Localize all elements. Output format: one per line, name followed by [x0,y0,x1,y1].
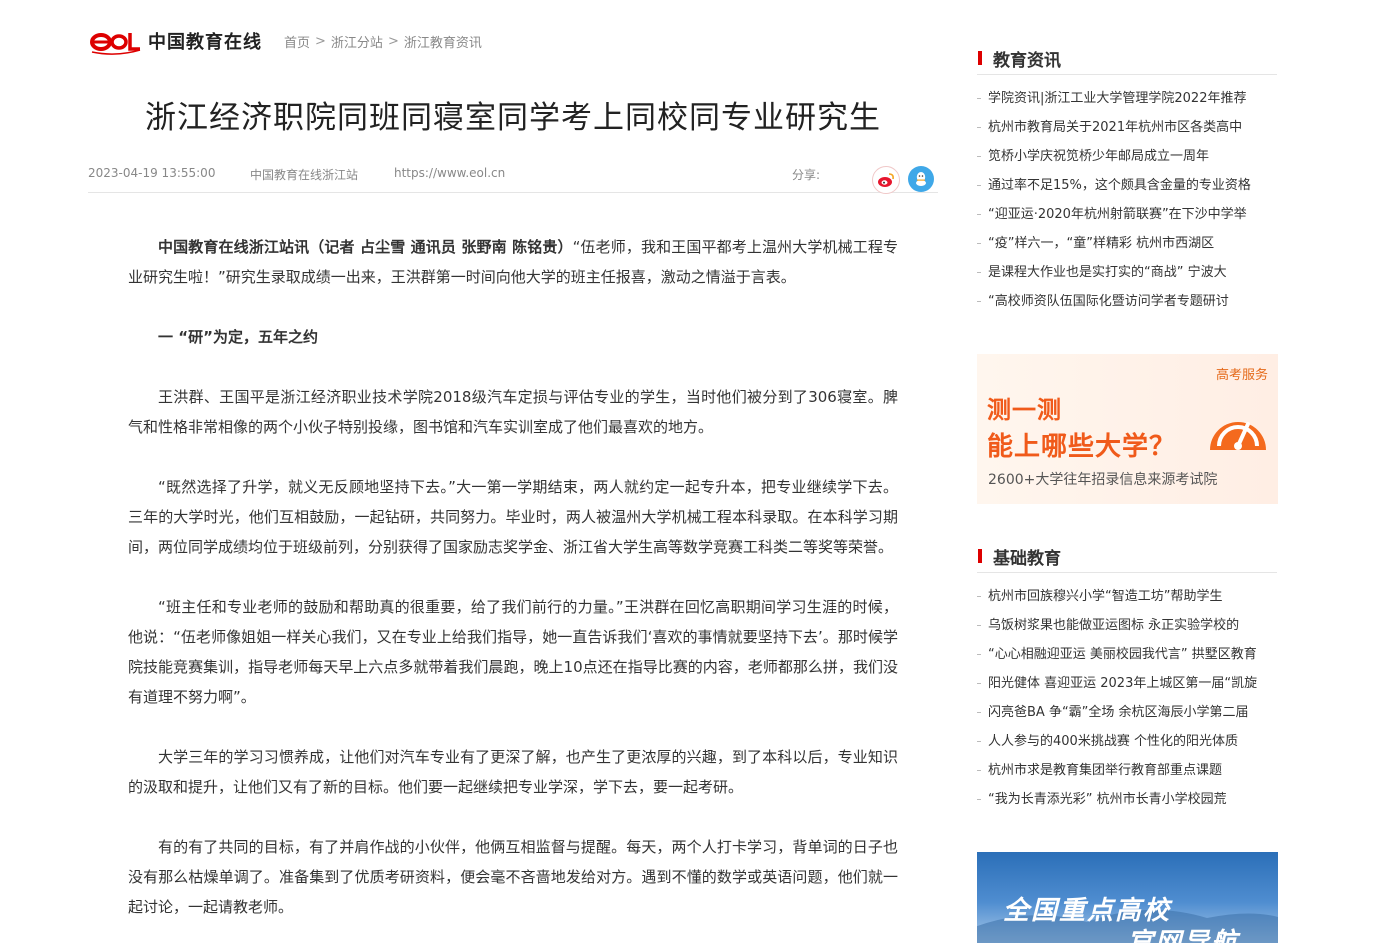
source-url-link[interactable]: https://www.eol.cn [394,166,505,180]
section-heading: 一 “研”为定，五年之约 [158,328,318,346]
breadcrumb-news[interactable]: 浙江教育资讯 [404,32,482,51]
speedometer-icon [1205,400,1271,462]
list-item[interactable]: “心心相融迎亚运 美丽校园我代言” 拱墅区教育 [977,640,1279,669]
publish-date: 2023-04-19 13:55:00 [88,166,216,180]
list-item[interactable]: “迎亚运·2020年杭州射箭联赛”在下沙中学举 [977,200,1279,229]
article-body: 中国教育在线浙江站讯（记者 占尘雪 通讯员 张野南 陈铭贵）“伍老师，我和王国平… [128,232,898,952]
article-paragraph: 大学三年的学习习惯养成，让他们对汽车专业有了更深了解，也产生了更浓厚的兴趣，到了… [128,748,898,796]
list-item[interactable]: 人人参与的400米挑战赛 个性化的阳光体质 [977,727,1279,756]
section-title: 教育资讯 [993,51,1061,71]
section-title: 基础教育 [993,549,1061,569]
gaokao-service-banner[interactable]: 高考服务 测一测 能上哪些大学？ 2600+大学往年招录信息来源考试院 [977,354,1278,504]
list-item[interactable]: “高校师资队伍国际化暨访问学者专题研讨 [977,287,1279,316]
section-marker [978,549,982,563]
article-source: 中国教育在线浙江站 [250,168,359,182]
article-paragraph: “既然选择了升学，就义无反顾地坚持下去。”大一第一学期结束，两人就约定一起专升本… [128,478,898,556]
list-item[interactable]: “疫”样六一，“童”样精彩 杭州市西湖区 [977,229,1279,258]
section-header-education-news: 教育资讯 [977,44,1277,75]
article-meta: 2023-04-19 13:55:00 中国教育在线浙江站 https://ww… [88,160,938,194]
list-item[interactable]: 通过率不足15%，这个颇具含金量的专业资格 [977,171,1279,200]
logo-text: 中国教育在线 [148,32,262,53]
ad-subtext: 2600+大学往年招录信息来源考试院 [988,472,1218,488]
section-header-basic-education: 基础教育 [977,542,1277,573]
breadcrumb-home[interactable]: 首页 [284,32,310,51]
article-paragraph: 王洪群、王国平是浙江经济职业技术学院2018级汽车定损与评估专业的学生，当时他们… [128,388,898,436]
ad-headline: 能上哪些大学？ [987,432,1177,462]
site-header: 中国教育在线 首页 > 浙江分站 > 浙江教育资讯 [90,24,482,58]
list-item[interactable]: 乌饭树浆果也能做亚运图标 永正实验学校的 [977,611,1279,640]
weibo-share-icon[interactable] [872,166,900,194]
article-title: 浙江经济职院同班同寝室同学考上同校同专业研究生 [145,100,881,136]
qq-share-icon[interactable] [908,166,934,192]
list-item[interactable]: 学院资讯|浙江工业大学管理学院2022年推荐 [977,84,1279,113]
list-item[interactable]: 杭州市回族穆兴小学“智造工坊”帮助学生 [977,582,1279,611]
list-item[interactable]: 杭州市求是教育集团举行教育部重点课题 [977,756,1279,785]
breadcrumb-separator: > [387,33,399,49]
section-marker [978,51,982,65]
ad-badge: 高考服务 [1215,368,1268,383]
site-logo[interactable]: 中国教育在线 [90,27,262,55]
breadcrumb: 首页 > 浙江分站 > 浙江教育资讯 [284,32,482,51]
list-item[interactable]: “我为长青添光彩” 杭州市长青小学校园荒 [977,785,1279,814]
list-item[interactable]: 是课程大作业也是实打实的“商战” 宁波大 [977,258,1279,287]
breadcrumb-zhejiang[interactable]: 浙江分站 [331,32,383,51]
article-paragraph: 有的有了共同的目标，有了并肩作战的小伙伴，他俩互相监督与提醒。每天，两个人打卡学… [128,838,898,916]
lead-bold-text: 中国教育在线浙江站讯（记者 占尘雪 通讯员 张野南 陈铭贵） [158,238,573,256]
article-paragraph: 中国教育在线浙江站讯（记者 占尘雪 通讯员 张野南 陈铭贵）“伍老师，我和王国平… [128,232,898,292]
breadcrumb-separator: > [315,33,326,49]
list-item[interactable]: 笕桥小学庆祝笕桥少年邮局成立一周年 [977,142,1279,171]
education-news-list: 学院资讯|浙江工业大学管理学院2022年推荐 杭州市教育局关于2021年杭州市区… [977,84,1279,316]
ad-headline: 测一测 [987,396,1062,424]
list-item[interactable]: 杭州市教育局关于2021年杭州市区各类高中 [977,113,1279,142]
eol-logo-icon [90,27,142,55]
basic-education-list: 杭州市回族穆兴小学“智造工坊”帮助学生 乌饭树浆果也能做亚运图标 永正实验学校的… [977,582,1279,814]
article-paragraph: “班主任和专业老师的鼓励和帮助真的很重要，给了我们前行的力量。”王洪群在回忆高职… [128,598,898,706]
list-item[interactable]: 阳光健体 喜迎亚运 2023年上城区第一届“凯旋 [977,669,1279,698]
banner-headline: 官网导航 [1127,928,1240,943]
list-item[interactable]: 闪亮爸BA 争“霸”全场 余杭区海辰小学第二届 [977,698,1279,727]
university-navigation-banner[interactable]: 全国重点高校 官网导航 [977,852,1278,943]
share-label: 分享: [791,168,820,182]
